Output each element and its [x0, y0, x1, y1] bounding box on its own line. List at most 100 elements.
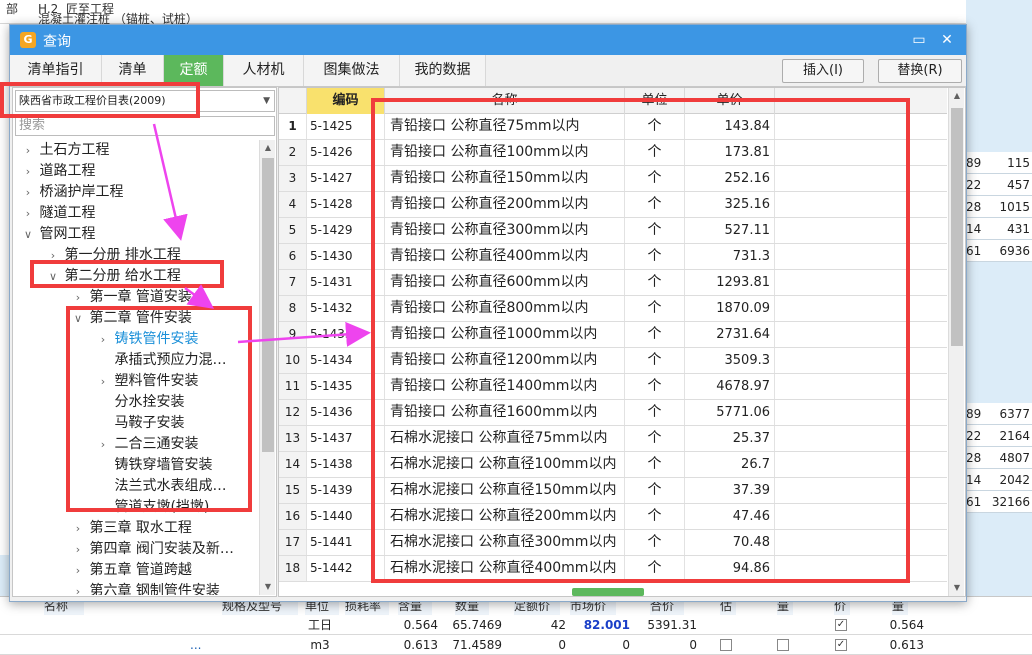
chevron-down-icon[interactable]: ∨ [21, 224, 35, 245]
chevron-right-icon[interactable]: › [71, 539, 85, 560]
tree-node[interactable]: 马鞍子安装 [96, 413, 184, 434]
cell-unit: 个 [625, 504, 685, 529]
tree-node[interactable]: 分水拴安装 [96, 392, 184, 413]
tree-node[interactable]: 承插式预应力混… [96, 350, 226, 371]
bg-value-row: 22 457 [966, 174, 1032, 196]
cell-num: 5 [279, 218, 307, 243]
table-row[interactable]: 7 5-1431 青铅接口 公称直径600mm以内个 1293.81 [279, 270, 947, 296]
table-row[interactable]: 17 5-1441 石棉水泥接口 公称直径300mm以内个 70.48 [279, 530, 947, 556]
table-scrollbar[interactable]: ▲ ▼ [948, 88, 964, 596]
chevron-right-icon[interactable]: › [96, 371, 110, 392]
chevron-right-icon[interactable]: › [21, 161, 35, 182]
table-row[interactable]: 16 5-1440 石棉水泥接口 公称直径200mm以内个 47.46 [279, 504, 947, 530]
cell-price: 94.86 [685, 556, 775, 581]
header-name[interactable]: 名称 [385, 88, 625, 114]
tree-scrollbar[interactable]: ▲ ▼ [259, 140, 275, 595]
close-icon[interactable]: ✕ [936, 29, 958, 51]
chevron-right-icon[interactable]: › [21, 203, 35, 224]
chevron-right-icon[interactable]: › [71, 287, 85, 308]
chevron-down-icon[interactable]: ∨ [71, 308, 85, 329]
tree-node[interactable]: 法兰式水表组成… [96, 476, 226, 497]
tree-scroll-thumb[interactable] [262, 158, 274, 452]
table-row[interactable]: 10 5-1434 青铅接口 公称直径1200mm以内个 3509.3 [279, 348, 947, 374]
table-row[interactable]: 2 5-1426 青铅接口 公称直径100mm以内个 173.81 [279, 140, 947, 166]
scroll-up-icon[interactable]: ▲ [260, 140, 276, 156]
tree-node[interactable]: › 第四章 阀门安装及新… [71, 539, 234, 560]
tree-node[interactable]: ∨ 管网工程 [21, 224, 95, 245]
grid-qty-checkbox[interactable] [777, 639, 789, 651]
restore-icon[interactable]: ▭ [908, 29, 930, 51]
chevron-right-icon[interactable]: › [96, 434, 110, 455]
tab-labor-material[interactable]: 人材机 [224, 55, 304, 86]
scroll-up-icon[interactable]: ▲ [949, 88, 965, 104]
tree-node[interactable]: › 第一章 管道安装 [71, 287, 192, 308]
tree-node[interactable]: ∨ 第二章 管件安装 [71, 308, 192, 329]
grid-cell-last: 0.564 [889, 618, 924, 632]
tree-node[interactable]: › 二合三通安装 [96, 434, 199, 455]
table-row[interactable]: 5 5-1429 青铅接口 公称直径300mm以内个 527.11 [279, 218, 947, 244]
header-code[interactable]: 编码 [307, 88, 385, 114]
tab-list[interactable]: 清单 [102, 55, 164, 86]
table-row[interactable]: 9 5-1433 青铅接口 公称直径1000mm以内个 2731.64 [279, 322, 947, 348]
cell-unit: 个 [625, 452, 685, 477]
chevron-right-icon[interactable]: › [71, 518, 85, 539]
table-row[interactable]: 12 5-1436 青铅接口 公称直径1600mm以内个 5771.06 [279, 400, 947, 426]
chevron-down-icon[interactable]: ∨ [46, 266, 60, 287]
tree-node[interactable]: ∨ 第二分册 给水工程 [46, 266, 181, 287]
tab-list-guide[interactable]: 清单指引 [10, 55, 102, 86]
chevron-right-icon[interactable]: › [46, 245, 60, 266]
table-row[interactable]: 8 5-1432 青铅接口 公称直径800mm以内个 1870.09 [279, 296, 947, 322]
tree-node[interactable]: › 桥涵护岸工程 [21, 182, 124, 203]
table-row[interactable]: 6 5-1430 青铅接口 公称直径400mm以内个 731.3 [279, 244, 947, 270]
cell-unit: 个 [625, 348, 685, 373]
tree-node[interactable]: 管道支墩(挡墩) [96, 497, 209, 518]
library-select[interactable]: 陕西省市政工程价目表(2009) ▼ [15, 90, 275, 112]
table-row[interactable]: 4 5-1428 青铅接口 公称直径200mm以内个 325.16 [279, 192, 947, 218]
tree-node[interactable]: › 铸铁管件安装 [96, 329, 199, 350]
tab-atlas-method[interactable]: 图集做法 [304, 55, 400, 86]
chevron-right-icon[interactable]: › [96, 329, 110, 350]
replace-button[interactable]: 替换(R) [878, 59, 962, 83]
grid-row[interactable]: ... m3 0.613 71.4589 0 0 0 ✓ 0.613 [0, 635, 1032, 655]
table-row[interactable]: 11 5-1435 青铅接口 公称直径1400mm以内个 4678.97 [279, 374, 947, 400]
chevron-right-icon[interactable]: › [21, 140, 35, 161]
tree-node[interactable]: › 第五章 管道跨越 [71, 560, 192, 581]
dialog-titlebar[interactable]: G 查询 ▭ ✕ [10, 25, 966, 55]
table-row[interactable]: 14 5-1438 石棉水泥接口 公称直径100mm以内个 26.7 [279, 452, 947, 478]
tree-node[interactable]: › 塑料管件安装 [96, 371, 199, 392]
tab-quota[interactable]: 定额 [164, 55, 224, 86]
table-row[interactable]: 1 5-1425 青铅接口 公称直径75mm以内个 143.84 [279, 114, 947, 140]
table-row[interactable]: 15 5-1439 石棉水泥接口 公称直径150mm以内个 37.39 [279, 478, 947, 504]
grid-price-checkbox[interactable]: ✓ [835, 619, 847, 631]
table-scroll-thumb[interactable] [951, 108, 963, 346]
tree-node[interactable]: › 第六章 钢制管件安装 [71, 581, 220, 595]
scroll-down-icon[interactable]: ▼ [260, 579, 276, 595]
chevron-right-icon[interactable]: › [71, 581, 85, 595]
tab-my-data[interactable]: 我的数据 [400, 55, 486, 86]
tree-node[interactable]: › 第三章 取水工程 [71, 518, 192, 539]
table-row[interactable]: 13 5-1437 石棉水泥接口 公称直径75mm以内个 25.37 [279, 426, 947, 452]
grid-est-checkbox[interactable] [720, 639, 732, 651]
grid-price-checkbox[interactable]: ✓ [835, 639, 847, 651]
tree-node[interactable]: 铸铁穿墙管安装 [96, 455, 212, 476]
table-row[interactable]: 3 5-1427 青铅接口 公称直径150mm以内个 252.16 [279, 166, 947, 192]
insert-button[interactable]: 插入(I) [782, 59, 864, 83]
cell-num: 15 [279, 478, 307, 503]
chevron-right-icon[interactable]: › [71, 560, 85, 581]
tree-node[interactable]: › 道路工程 [21, 161, 96, 182]
header-price[interactable]: 单价 [685, 88, 775, 114]
grid-row[interactable]: 工日 0.564 65.7469 42 82.001 5391.31 ✓ 0.5… [0, 615, 1032, 635]
header-unit[interactable]: 单位 [625, 88, 685, 114]
search-input[interactable]: 搜索 [15, 116, 275, 136]
grid-cell-market[interactable]: 0 [570, 635, 630, 655]
tree-node[interactable]: › 隧道工程 [21, 203, 96, 224]
cell-name: 青铅接口 公称直径200mm以内 [385, 192, 625, 217]
scroll-down-icon[interactable]: ▼ [949, 580, 965, 596]
chevron-down-icon[interactable]: ▼ [263, 91, 270, 111]
tree-node[interactable]: › 第一分册 排水工程 [46, 245, 181, 266]
tree-node[interactable]: › 土石方工程 [21, 140, 110, 161]
splitter-grip[interactable] [572, 588, 644, 596]
chevron-right-icon[interactable]: › [21, 182, 35, 203]
grid-cell-market[interactable]: 82.001 [570, 615, 630, 635]
table-row[interactable]: 18 5-1442 石棉水泥接口 公称直径400mm以内个 94.86 [279, 556, 947, 582]
